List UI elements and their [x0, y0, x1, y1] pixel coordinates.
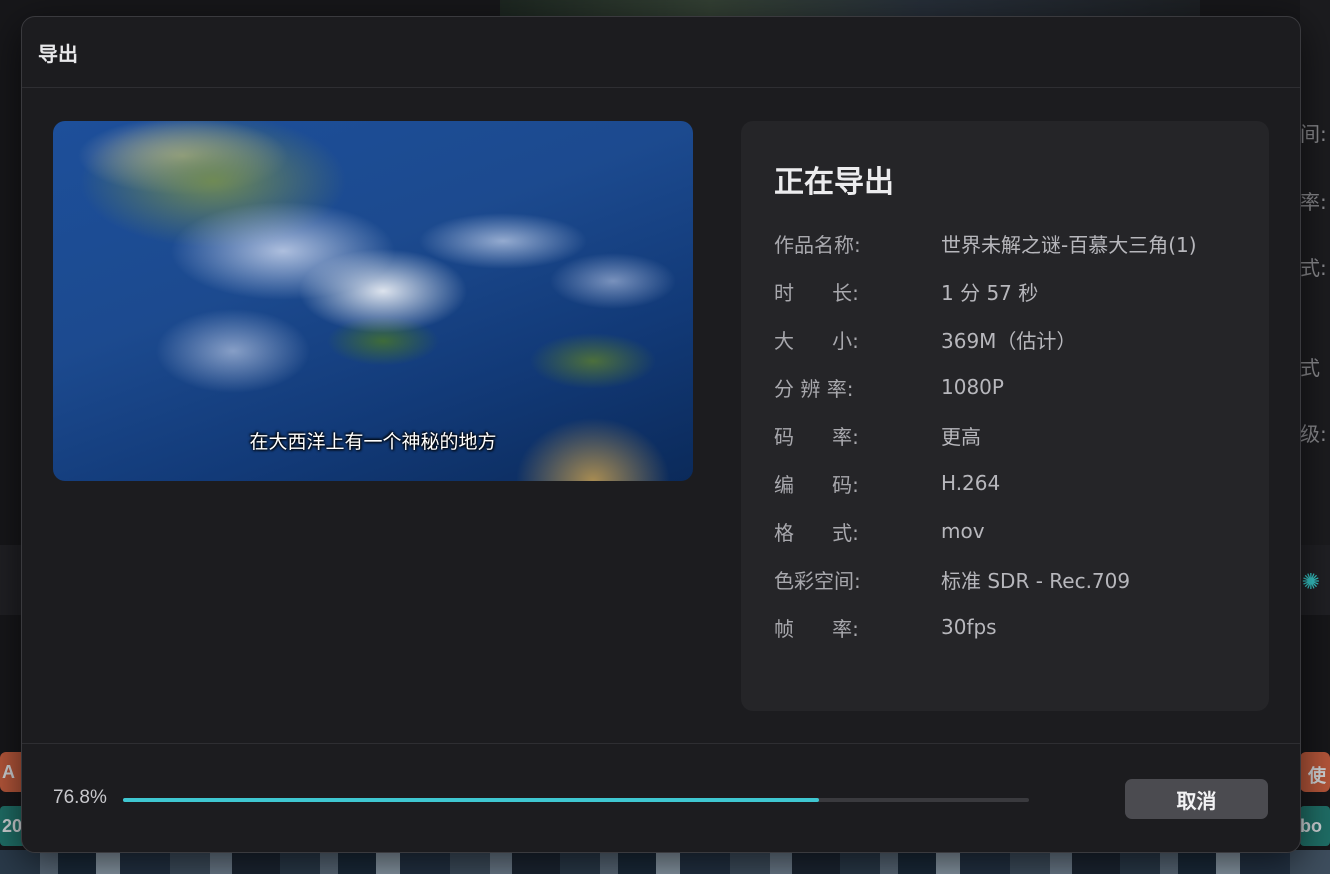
background-thumbnail-strip [0, 850, 1330, 874]
info-value: 更高 [941, 424, 981, 449]
background-preview-strip [500, 0, 1200, 16]
info-row-resolution: 分 辨 率: 1080P [774, 373, 1004, 401]
background-track-label: 使 [1308, 766, 1326, 786]
video-preview: 在大西洋上有一个神秘的地方 [53, 121, 693, 481]
info-value: 30fps [941, 615, 997, 639]
background-property-label: 级: [1300, 422, 1327, 446]
info-label: 色彩空间: [774, 568, 861, 593]
info-row-codec: 编 码: H.264 [774, 469, 1000, 497]
progress-bar [123, 798, 1029, 802]
progress-percent: 76.8% [53, 787, 107, 808]
info-label: 作品名称: [774, 232, 861, 257]
background-track-label: 20 [2, 816, 23, 836]
info-value: 1080P [941, 375, 1004, 399]
background-property-label: 率: [1300, 190, 1327, 214]
info-value: 标准 SDR - Rec.709 [941, 568, 1131, 593]
info-label: 分 辨 率: [774, 376, 854, 401]
dialog-header: 导出 [22, 17, 1300, 88]
info-row-duration: 时 长: 1 分 57 秒 [774, 277, 1038, 305]
cancel-button[interactable]: 取消 [1125, 779, 1268, 819]
info-label: 格 式: [774, 520, 859, 545]
background-property-label: 式 [1300, 356, 1320, 380]
background-property-label: 式: [1300, 256, 1327, 280]
info-value: 世界未解之谜-百慕大三角(1) [941, 232, 1197, 257]
info-row-name: 作品名称: 世界未解之谜-百慕大三角(1) [774, 229, 1197, 257]
info-label: 码 率: [774, 424, 859, 449]
info-label: 帧 率: [774, 616, 859, 641]
background-loading-icon: ✺ [1301, 569, 1321, 594]
info-value: mov [941, 519, 985, 543]
background-track-label: A [2, 762, 15, 782]
dialog-footer: 76.8% 取消 [22, 743, 1300, 852]
info-row-color-space: 色彩空间: 标准 SDR - Rec.709 [774, 565, 1130, 593]
dialog-title: 导出 [38, 43, 78, 66]
export-dialog: 导出 在大西洋上有一个神秘的地方 正在导出 作品名称: 世界未解之谜-百慕大三角… [21, 16, 1301, 853]
info-value: 369M（估计） [941, 328, 1077, 353]
info-row-size: 大 小: 369M（估计） [774, 325, 1076, 353]
export-status-heading: 正在导出 [774, 165, 894, 200]
background-property-label: 间: [1300, 122, 1327, 146]
progress-fill [123, 798, 819, 802]
preview-subtitle: 在大西洋上有一个神秘的地方 [249, 431, 497, 453]
export-info-panel: 正在导出 作品名称: 世界未解之谜-百慕大三角(1) 时 长: 1 分 57 秒… [741, 121, 1269, 711]
info-value: H.264 [941, 471, 1001, 495]
info-label: 时 长: [774, 280, 859, 305]
info-row-bitrate: 码 率: 更高 [774, 421, 981, 449]
background-track-label: bo [1300, 816, 1322, 836]
info-row-format: 格 式: mov [774, 517, 985, 545]
info-row-frame-rate: 帧 率: 30fps [774, 613, 997, 641]
info-label: 大 小: [774, 328, 859, 353]
info-label: 编 码: [774, 472, 859, 497]
info-value: 1 分 57 秒 [941, 280, 1039, 305]
